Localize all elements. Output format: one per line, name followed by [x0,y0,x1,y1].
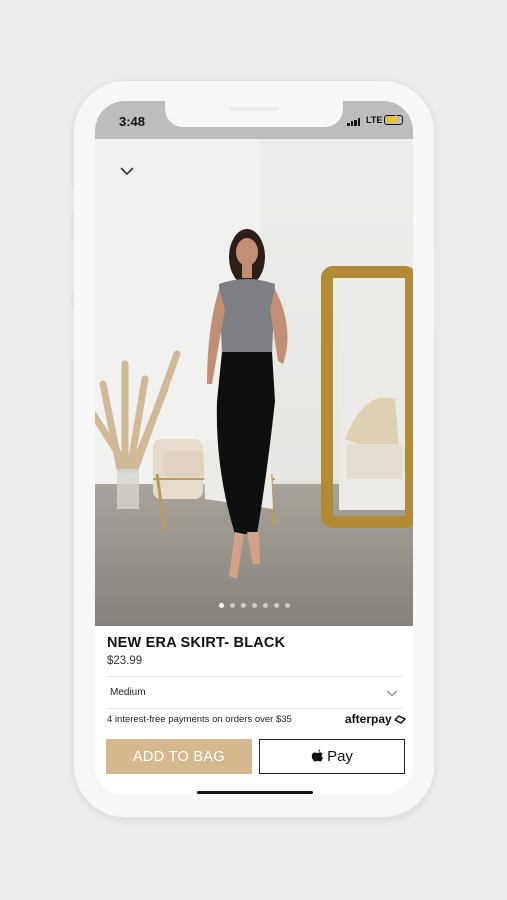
charging-bolt-icon: ⚡ [389,114,401,124]
afterpay-message: 4 interest-free payments on orders over … [107,714,292,725]
carousel-dot[interactable] [218,603,224,608]
model-figure [207,229,288,579]
phone-side-button [70,305,74,360]
carousel-dot[interactable] [262,603,268,608]
apple-pay-label: Pay [327,748,353,765]
chevron-down-icon[interactable] [117,161,137,181]
product-price: $23.99 [107,655,143,667]
chevron-down-icon [386,690,398,697]
carousel-dot[interactable] [229,603,235,608]
add-to-bag-button[interactable]: ADD TO BAG [106,739,252,774]
apple-pay-button[interactable]: Pay [259,739,405,774]
network-label: LTE [366,115,383,125]
carousel-dot[interactable] [240,603,246,608]
home-indicator[interactable] [197,791,313,794]
status-time: 3:48 [119,114,146,129]
afterpay-logo[interactable]: afterpay [345,712,407,726]
afterpay-logo-text: afterpay [345,712,392,726]
product-image[interactable] [95,139,413,626]
speaker-grille [229,107,279,111]
image-carousel-indicator[interactable] [95,603,413,608]
divider [107,676,403,677]
apple-icon [311,749,323,762]
phone-side-button [435,245,439,335]
battery-icon: ⚡ [384,114,403,125]
size-select-value: Medium [110,687,146,698]
afterpay-icon [393,715,406,724]
photo-scene [95,229,413,579]
vase [117,469,139,509]
mirror [321,266,413,528]
phone-side-button [70,185,74,215]
size-select[interactable]: Medium [107,678,403,708]
phone-screen: 3:48 LTE ⚡ NEW ERA SKIRT- BLACK $23.99 M… [95,101,413,795]
carousel-dot[interactable] [273,603,279,608]
phone-notch [165,101,343,127]
signal-icon [347,118,360,126]
phone-side-button [70,240,74,295]
divider [107,708,403,709]
carousel-dot[interactable] [251,603,257,608]
status-bar: 3:48 LTE ⚡ [95,101,413,139]
carousel-dot[interactable] [284,603,290,608]
product-title: NEW ERA SKIRT- BLACK [107,635,286,651]
